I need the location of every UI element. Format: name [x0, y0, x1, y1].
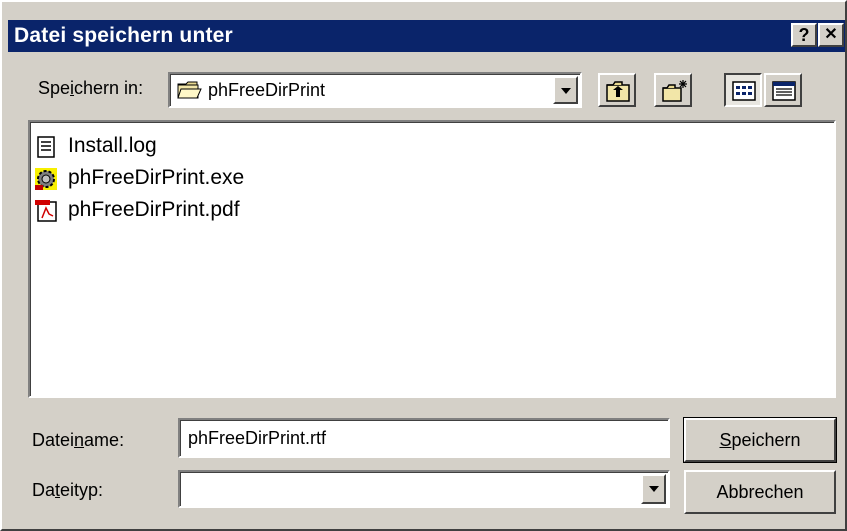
- filename-value: phFreeDirPrint.rtf: [188, 428, 327, 448]
- application-gear-icon: [34, 167, 58, 191]
- chevron-down-icon: [561, 88, 571, 94]
- save-in-label: Speichern in:: [38, 78, 144, 98]
- close-button[interactable]: ✕: [818, 23, 844, 47]
- save-in-dropdown[interactable]: phFreeDirPrint: [168, 72, 582, 108]
- filename-label: Dateiname:: [32, 430, 125, 450]
- help-button[interactable]: ?: [791, 23, 817, 47]
- list-view-button[interactable]: [724, 73, 762, 107]
- filetype-dropdown-button[interactable]: [641, 474, 666, 504]
- text-file-icon: [34, 135, 58, 159]
- dialog-title: Datei speichern unter: [14, 24, 233, 47]
- save-button[interactable]: Speichern: [683, 417, 837, 463]
- save-in-dropdown-button[interactable]: [553, 76, 578, 104]
- cancel-button-label: Abbrechen: [716, 482, 804, 502]
- file-name: phFreeDirPrint.exe: [68, 166, 245, 189]
- filename-input[interactable]: phFreeDirPrint.rtf: [178, 418, 670, 458]
- new-folder-button[interactable]: [654, 73, 692, 107]
- folder-icon: [177, 80, 203, 105]
- save-as-dialog: Datei speichern unter ? ✕ Speichern in: …: [0, 0, 847, 531]
- close-icon: ✕: [824, 26, 838, 43]
- cancel-button[interactable]: Abbrechen: [684, 470, 836, 514]
- file-list[interactable]: Install.log phFreeDirPrint.exe phFreeDir…: [28, 120, 836, 398]
- file-name: phFreeDirPrint.pdf: [68, 198, 240, 221]
- chevron-down-icon: [649, 486, 659, 492]
- filetype-label: Dateityp:: [32, 480, 104, 500]
- save-button-label: Speichern: [719, 430, 801, 450]
- pdf-file-icon: [34, 199, 58, 223]
- details-view-button[interactable]: [764, 73, 802, 107]
- title-bar[interactable]: Datei speichern unter ? ✕: [8, 20, 845, 52]
- file-name: Install.log: [68, 134, 157, 157]
- help-icon: ?: [798, 25, 810, 45]
- filetype-dropdown[interactable]: [178, 470, 670, 508]
- save-in-value: phFreeDirPrint: [208, 80, 326, 100]
- up-one-level-button[interactable]: [598, 73, 636, 107]
